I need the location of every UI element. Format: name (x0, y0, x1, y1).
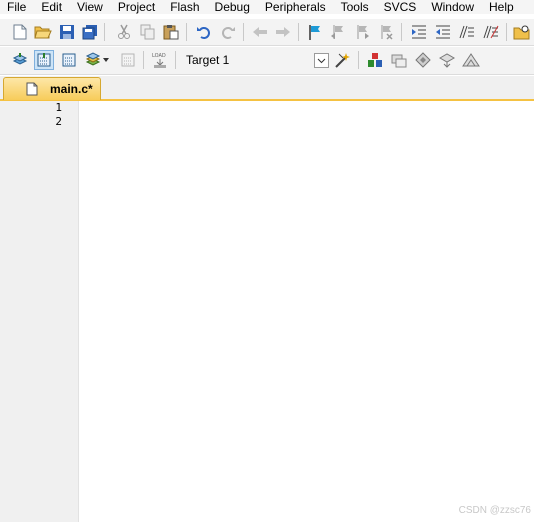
menu-window[interactable]: Window (424, 0, 482, 14)
line-number: 2 (55, 115, 62, 128)
menu-file[interactable]: File (0, 0, 34, 14)
line-number: 1 (55, 101, 62, 114)
build-toolbar: LOAD Target 1 (0, 47, 534, 75)
prev-bookmark-icon[interactable] (329, 23, 347, 41)
menu-tools[interactable]: Tools (334, 0, 377, 14)
c-file-icon (26, 82, 38, 96)
manage-project-items-icon[interactable] (366, 51, 384, 69)
menu-svcs[interactable]: SVCS (377, 0, 425, 14)
target-select-value: Target 1 (186, 52, 230, 67)
back-icon[interactable] (251, 23, 269, 41)
cut-icon[interactable] (115, 23, 133, 41)
redo-icon[interactable] (219, 23, 237, 41)
translate-icon[interactable] (11, 51, 29, 69)
stop-build-icon[interactable] (119, 51, 137, 69)
forward-icon[interactable] (274, 23, 292, 41)
toolbar-separator (186, 23, 187, 41)
save-all-icon[interactable] (81, 23, 99, 41)
fold-margin[interactable] (66, 101, 79, 522)
pack-installer-icon[interactable] (438, 51, 456, 69)
paste-icon[interactable] (162, 23, 180, 41)
menu-edit[interactable]: Edit (34, 0, 70, 14)
unindent-icon[interactable] (434, 23, 452, 41)
uncomment-icon[interactable] (482, 23, 500, 41)
tab-label: main.c* (50, 82, 93, 96)
menu-flash[interactable]: Flash (163, 0, 207, 14)
editor-tab-bar: main.c* (0, 76, 534, 101)
toolbar-separator (401, 23, 402, 41)
find-in-files-icon[interactable] (513, 23, 531, 41)
toolbar-separator (298, 23, 299, 41)
next-bookmark-icon[interactable] (353, 23, 371, 41)
toolbar-separator (104, 23, 105, 41)
toolbar-separator (143, 51, 144, 69)
standard-toolbar (0, 19, 534, 46)
save-icon[interactable] (58, 23, 76, 41)
bookmark-icon[interactable] (306, 23, 324, 41)
build-icon[interactable] (34, 50, 54, 70)
options-for-target-icon[interactable] (334, 51, 352, 69)
menu-view[interactable]: View (70, 0, 111, 14)
toolbar-separator (506, 23, 507, 41)
menu-peripherals[interactable]: Peripherals (258, 0, 334, 14)
target-dropdown-button[interactable] (314, 53, 329, 68)
code-editor[interactable]: 1 2 CSDN @zzsc76 (0, 101, 534, 522)
menu-bar: File Edit View Project Flash Debug Perip… (0, 0, 534, 14)
indent-icon[interactable] (410, 23, 428, 41)
open-folder-icon[interactable] (34, 23, 52, 41)
copy-icon[interactable] (139, 23, 157, 41)
svg-text:LOAD: LOAD (152, 53, 166, 59)
rebuild-icon[interactable] (60, 51, 78, 69)
event-recorder-icon[interactable] (462, 51, 480, 69)
toolbar-separator (358, 51, 359, 69)
undo-icon[interactable] (195, 23, 213, 41)
menu-debug[interactable]: Debug (208, 0, 258, 14)
watermark-text: CSDN @zzsc76 (458, 505, 531, 516)
clear-bookmarks-icon[interactable] (377, 23, 395, 41)
chevron-down-icon (317, 58, 326, 63)
batch-build-dropdown-icon[interactable] (102, 55, 110, 65)
toolbar-separator (243, 23, 244, 41)
toolbar-separator (175, 51, 176, 69)
new-file-icon[interactable] (11, 23, 29, 41)
tab-main-c[interactable]: main.c* (3, 77, 101, 100)
manage-rte-icon[interactable] (414, 51, 432, 69)
target-select[interactable]: Target 1 (180, 51, 328, 68)
menu-project[interactable]: Project (111, 0, 163, 14)
batch-build-icon[interactable] (84, 51, 102, 69)
download-icon[interactable]: LOAD (151, 51, 169, 69)
select-packs-icon[interactable] (390, 51, 408, 69)
menu-help[interactable]: Help (482, 0, 522, 14)
comment-icon[interactable] (458, 23, 476, 41)
line-number-gutter: 1 2 (0, 101, 66, 522)
